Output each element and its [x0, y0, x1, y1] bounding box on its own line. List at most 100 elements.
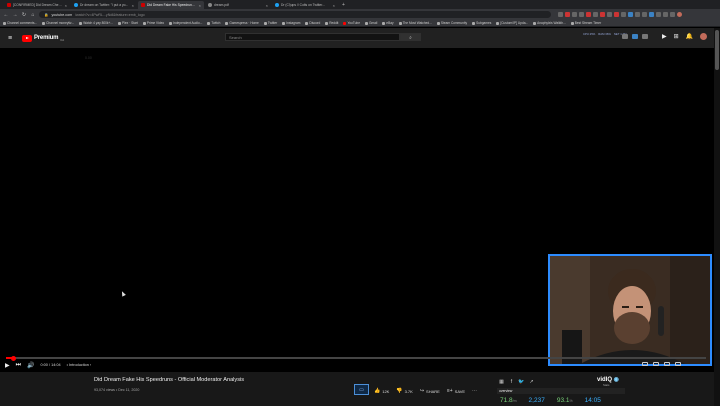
extension-icon[interactable]: [628, 12, 633, 17]
bookmark-label: Reddit: [329, 21, 339, 25]
bookmark-item[interactable]: YouTube: [343, 21, 360, 25]
close-icon[interactable]: ×: [266, 3, 268, 8]
extension-icon[interactable]: [656, 12, 661, 17]
apps-grid-icon[interactable]: ⊞: [674, 33, 679, 40]
extension-icon[interactable]: [600, 12, 605, 17]
bookmark-label: Channel comments...: [7, 21, 38, 25]
page-scrollbar[interactable]: [714, 28, 720, 406]
notifications-bell-icon[interactable]: 🔔: [686, 33, 693, 40]
extension-icon[interactable]: [565, 12, 570, 17]
extension-icon[interactable]: [614, 12, 619, 17]
vidiq-tab-select[interactable]: overview: [497, 388, 625, 394]
total-time: 14:04: [51, 363, 61, 367]
extension-icon[interactable]: [635, 12, 640, 17]
tool-icon[interactable]: [642, 34, 648, 39]
home-icon[interactable]: ⌂: [30, 12, 36, 18]
bookmark-label: Best Stream Timer: [574, 21, 602, 25]
extension-icon[interactable]: [593, 12, 598, 17]
volume-icon[interactable]: 🔊: [27, 362, 34, 369]
bookmark-item[interactable]: Instagram: [282, 21, 300, 25]
bookmark-item[interactable]: [Custom/IP] Upda...: [496, 21, 528, 25]
extension-icon[interactable]: [558, 12, 563, 17]
extension-icon[interactable]: [670, 12, 675, 17]
bookmark-item[interactable]: Best Stream Timer: [570, 21, 602, 25]
browser-tab[interactable]: dream.pdf ×: [205, 1, 271, 9]
browser-tab[interactable]: Dr (Cl)ups // Colts on Twitter... ×: [272, 1, 338, 9]
close-icon[interactable]: ×: [199, 3, 201, 8]
extension-icon[interactable]: [579, 12, 584, 17]
browser-tab[interactable]: [CONFIRMED] Did Dream Chea... ×: [4, 1, 70, 9]
bookmark-item[interactable]: Reddit: [325, 21, 338, 25]
bookmark-item[interactable]: Plex · Start: [118, 21, 138, 25]
close-icon[interactable]: ×: [333, 3, 335, 8]
profile-avatar-icon[interactable]: [677, 12, 682, 17]
cast-icon[interactable]: ▭: [354, 384, 369, 395]
scrollbar-thumb[interactable]: [715, 30, 719, 70]
extension-icon[interactable]: [649, 12, 654, 17]
create-video-icon[interactable]: ▶: [662, 33, 667, 40]
share-button[interactable]: ↪ SHARE: [420, 388, 440, 394]
youtube-play-logo-icon: [22, 34, 32, 42]
chapter-title[interactable]: • Introduction ›: [67, 363, 92, 367]
header-tool-icons: [622, 34, 648, 39]
tool-icon[interactable]: [622, 34, 628, 39]
bookmark-item[interactable]: Anaphylxis Walkth...: [533, 21, 566, 25]
save-button[interactable]: ≡+ SAVE: [447, 388, 465, 394]
bookmark-item[interactable]: Channel comments...: [3, 21, 37, 25]
more-actions-button[interactable]: ⋯: [472, 388, 477, 394]
back-arrow-icon[interactable]: ←: [3, 12, 9, 18]
bookmark-item[interactable]: Twitter: [263, 21, 277, 25]
browser-tab[interactable]: Dr dream on Twitter: "I put a yo... ×: [71, 1, 137, 9]
bookmark-label: YouTube: [347, 21, 360, 25]
bookmark-item[interactable]: Gmail: [364, 21, 378, 25]
bookmark-item[interactable]: Discord: [305, 21, 320, 25]
twitter-icon[interactable]: 🐦: [518, 378, 525, 385]
bookmark-item[interactable]: Channel moneytiz...: [42, 21, 74, 25]
url-input[interactable]: 🔒 youtube.com/watch?v=4PwRL...yNdl&featu…: [39, 11, 551, 18]
tool-icon[interactable]: [632, 34, 638, 39]
extension-icon[interactable]: [607, 12, 612, 17]
play-icon[interactable]: ▶: [5, 362, 10, 369]
fullscreen-icon[interactable]: [675, 362, 681, 366]
stats-icon[interactable]: ▦: [498, 378, 505, 385]
next-icon[interactable]: ⏭: [16, 362, 21, 369]
hamburger-menu-icon[interactable]: ≡: [8, 35, 18, 42]
extension-icon[interactable]: [642, 12, 647, 17]
bookmark-item[interactable]: Gamespress · Home: [225, 21, 259, 25]
bookmark-label: Gmail: [368, 21, 378, 25]
current-time: 0:00: [40, 363, 48, 367]
bookmark-item[interactable]: Independent Audio...: [169, 21, 202, 25]
search-input[interactable]: Search: [225, 33, 400, 41]
youtube-premium-logo[interactable]: Premium CA: [22, 34, 64, 42]
miniplayer-icon[interactable]: [653, 362, 659, 366]
bookmark-label: Instagram: [286, 21, 301, 25]
bookmark-item[interactable]: The Most Watched...: [398, 21, 432, 25]
trend-chart-icon[interactable]: ↗: [528, 378, 535, 385]
like-button[interactable]: 👍 12K: [374, 388, 389, 394]
progress-bar[interactable]: [6, 355, 706, 361]
bookmark-icon: [118, 21, 122, 25]
dislike-button[interactable]: 👎 3.7K: [396, 388, 412, 394]
facebook-icon[interactable]: f: [508, 378, 515, 385]
close-icon[interactable]: ×: [132, 3, 134, 8]
avatar[interactable]: [700, 33, 708, 40]
close-icon[interactable]: ×: [65, 3, 67, 8]
settings-icon[interactable]: [642, 362, 648, 366]
theater-icon[interactable]: [664, 362, 670, 366]
extension-icon[interactable]: [572, 12, 577, 17]
bookmark-item[interactable]: Watch 4 yay 800k+...: [79, 21, 113, 25]
bookmark-item[interactable]: Prime Video: [142, 21, 164, 25]
forward-arrow-icon[interactable]: →: [12, 12, 18, 18]
address-bar: ← → ↻ ⌂ 🔒 youtube.com/watch?v=4PwRL...yN…: [0, 9, 720, 20]
bookmark-item[interactable]: Twitch: [207, 21, 220, 25]
extension-icon[interactable]: [586, 12, 591, 17]
search-button[interactable]: ⌕: [400, 33, 421, 41]
extension-icon[interactable]: [663, 12, 668, 17]
bookmark-item[interactable]: Steam Community: [436, 21, 467, 25]
browser-tab-active[interactable]: Did Dream Fake His Speedrun... ×: [138, 1, 204, 9]
bookmark-item[interactable]: Subgames: [472, 21, 491, 25]
extension-icon[interactable]: [621, 12, 626, 17]
new-tab-button[interactable]: +: [342, 2, 345, 8]
reload-icon[interactable]: ↻: [21, 12, 27, 18]
bookmark-item[interactable]: eBay: [382, 21, 394, 25]
